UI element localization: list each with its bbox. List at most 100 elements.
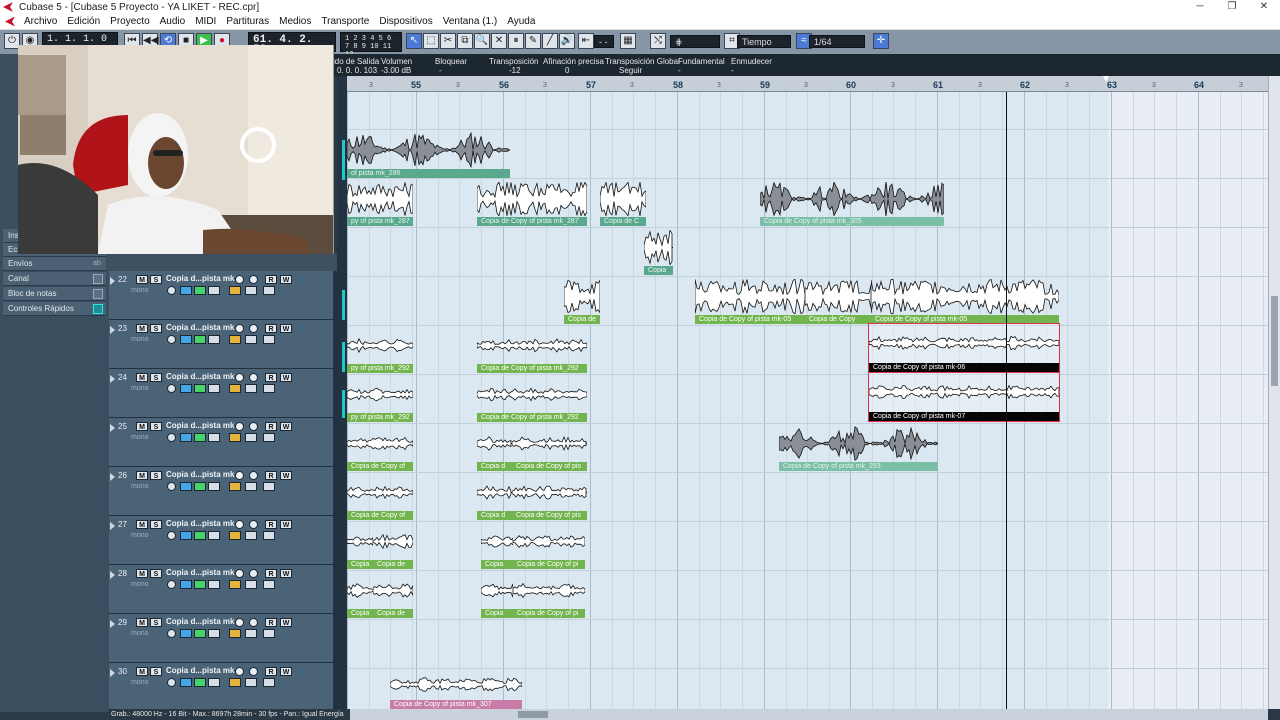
edit-channel-icon[interactable] <box>167 531 176 540</box>
audio-event[interactable]: Copia de C <box>600 182 646 226</box>
audio-event[interactable]: Copia de <box>373 573 413 618</box>
menu-ayuda[interactable]: Ayuda <box>502 16 540 27</box>
quick-controls-icon[interactable] <box>93 304 103 314</box>
track-name[interactable]: Copia d...pista mk <box>166 470 234 479</box>
lane-display-icon[interactable] <box>263 433 275 442</box>
lock-icon[interactable] <box>229 531 241 540</box>
grid-type-dropdown[interactable]: Tiempo <box>737 35 791 48</box>
fold-icon[interactable] <box>110 571 115 579</box>
freeze-icon[interactable] <box>180 433 192 442</box>
color-icon[interactable]: ▦ <box>620 33 636 49</box>
monitor-icon[interactable] <box>249 373 258 382</box>
fold-icon[interactable] <box>110 620 115 628</box>
timebase-icon[interactable] <box>208 531 220 540</box>
quantize-dropdown[interactable]: 1/64 <box>809 35 865 48</box>
write-button[interactable]: W <box>280 667 292 676</box>
track-26[interactable]: 26 M S Copia d...pista mk R Wmono <box>109 467 337 516</box>
monitor-icon[interactable] <box>249 275 258 284</box>
lanes-icon[interactable] <box>194 482 206 491</box>
record-enable-icon[interactable] <box>235 667 244 676</box>
menu-proyecto[interactable]: Proyecto <box>105 16 154 27</box>
glue-tool-icon[interactable]: ⧉ <box>457 33 473 49</box>
inspector-notepad[interactable]: Bloc de notas <box>3 287 106 301</box>
lock-icon[interactable] <box>229 580 241 589</box>
audio-event[interactable]: Copia de <box>373 524 413 569</box>
fold-icon[interactable] <box>110 669 115 677</box>
track-30[interactable]: 30 M S Copia d...pista mk R Wmono <box>109 663 337 712</box>
write-button[interactable]: W <box>280 569 292 578</box>
solo-button[interactable]: S <box>150 520 162 529</box>
audio-event[interactable]: Copia de Copy of pi <box>513 573 585 618</box>
timebase-icon[interactable] <box>208 629 220 638</box>
audio-event[interactable]: Copia de Copy of pis <box>512 426 587 471</box>
play-tool-icon[interactable]: 🔊 <box>559 33 575 49</box>
mute-button[interactable]: M <box>136 373 148 382</box>
fold-icon[interactable] <box>110 375 115 383</box>
app-menu-icon[interactable] <box>5 16 15 27</box>
inspector-quick-controls[interactable]: Controles Rápidos <box>3 302 106 316</box>
monitor-icon[interactable] <box>249 618 258 627</box>
read-button[interactable]: R <box>265 471 277 480</box>
write-button[interactable]: W <box>280 275 292 284</box>
solo-button[interactable]: S <box>150 324 162 333</box>
maximize-button[interactable]: ❐ <box>1216 0 1248 14</box>
horizontal-scrollbar[interactable] <box>350 709 1268 720</box>
read-button[interactable]: R <box>265 373 277 382</box>
nudge-dropdown[interactable]: - - <box>594 35 614 48</box>
track-folder-icon[interactable] <box>245 580 257 589</box>
close-button[interactable]: ✕ <box>1248 0 1280 14</box>
audio-event[interactable]: Copia de Copy of pista mk_307 <box>390 670 522 709</box>
audio-event[interactable]: Copia <box>347 573 373 618</box>
minimize-button[interactable]: ─ <box>1184 0 1216 14</box>
read-button[interactable]: R <box>265 324 277 333</box>
solo-button[interactable]: S <box>150 373 162 382</box>
write-button[interactable]: W <box>280 373 292 382</box>
lanes-icon[interactable] <box>194 678 206 687</box>
split-tool-icon[interactable]: ✂ <box>440 33 456 49</box>
lock-icon[interactable] <box>229 678 241 687</box>
lane-display-icon[interactable] <box>263 482 275 491</box>
freeze-icon[interactable] <box>180 286 192 295</box>
arrange-window[interactable]: of pista mk_286 py of pista mk_287 Copia d… <box>347 92 1268 709</box>
edit-channel-icon[interactable] <box>167 580 176 589</box>
lanes-icon[interactable] <box>194 433 206 442</box>
timebase-icon[interactable] <box>208 580 220 589</box>
timebase-icon[interactable] <box>208 678 220 687</box>
track-name[interactable]: Copia d...pista mk <box>166 617 234 626</box>
track-folder-icon[interactable] <box>245 335 257 344</box>
vertical-scrollbar[interactable] <box>1268 76 1280 712</box>
solo-button[interactable]: S <box>150 422 162 431</box>
lane-display-icon[interactable] <box>263 629 275 638</box>
edit-channel-icon[interactable] <box>167 482 176 491</box>
info-value[interactable]: 0. 0. 0. 103 <box>337 66 377 75</box>
snap-icon[interactable]: ⤭ <box>650 33 666 49</box>
mute-button[interactable]: M <box>136 520 148 529</box>
timebase-icon[interactable] <box>208 335 220 344</box>
menu-medios[interactable]: Medios <box>274 16 316 27</box>
monitor-icon[interactable] <box>249 569 258 578</box>
record-enable-icon[interactable] <box>235 373 244 382</box>
read-button[interactable]: R <box>265 275 277 284</box>
notepad-icon[interactable] <box>93 289 103 299</box>
freeze-icon[interactable] <box>180 384 192 393</box>
monitor-icon[interactable] <box>249 324 258 333</box>
edit-channel-icon[interactable] <box>167 286 176 295</box>
audio-event[interactable]: Copia de Copy of pista mk_292 <box>477 328 587 373</box>
info-value[interactable]: Seguir <box>619 66 642 75</box>
menu-ventana[interactable]: Ventana (1.) <box>438 16 502 27</box>
lane-display-icon[interactable] <box>263 580 275 589</box>
inspector-sends[interactable]: Envíos ab <box>3 257 106 271</box>
audio-event[interactable]: Copia de Copy of <box>347 475 413 520</box>
crosshair-icon[interactable]: ✛ <box>873 33 889 49</box>
menu-archivo[interactable]: Archivo <box>19 16 62 27</box>
track-22[interactable]: 22 M S Copia d...pista mk R Wmono <box>109 271 337 320</box>
audio-event[interactable]: py of pista mk_292 <box>347 328 413 373</box>
record-enable-icon[interactable] <box>235 422 244 431</box>
transpose-value[interactable]: -12 <box>509 66 521 75</box>
monitor-icon[interactable] <box>249 667 258 676</box>
track-name[interactable]: Copia d...pista mk <box>166 372 234 381</box>
track-name[interactable]: Copia d...pista mk <box>166 666 234 675</box>
edit-channel-icon[interactable] <box>167 678 176 687</box>
freeze-icon[interactable] <box>180 482 192 491</box>
record-enable-icon[interactable] <box>235 520 244 529</box>
